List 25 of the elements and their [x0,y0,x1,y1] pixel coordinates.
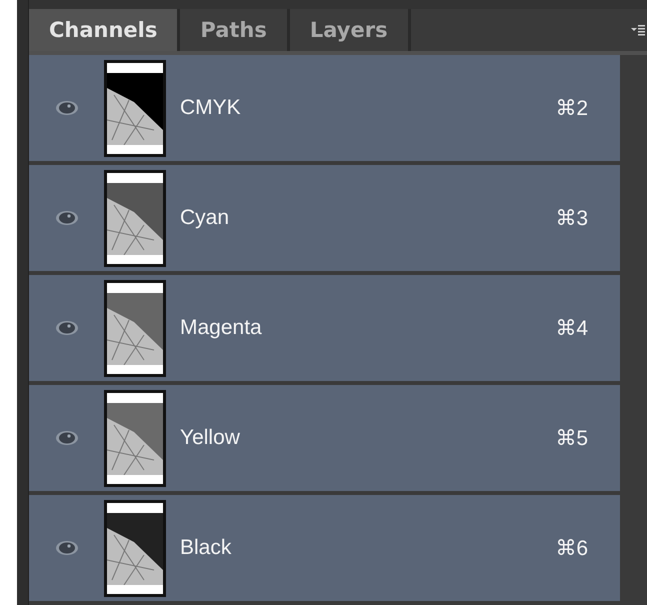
eye-icon[interactable] [54,210,78,226]
eye-icon[interactable] [54,320,78,336]
eye-icon[interactable] [54,100,78,116]
panel-tab[interactable]: Paths [180,9,290,51]
panel-tab[interactable]: Channels [29,9,180,51]
shortcut-label: ⌘4 [555,316,588,340]
panel-menu-icon[interactable] [631,24,645,36]
shortcut-label: ⌘3 [555,206,588,230]
channel-row[interactable]: Black ⌘6 [29,495,620,605]
shortcut-label: ⌘6 [555,536,588,560]
channel-name: CMYK [180,96,242,120]
channel-name: Yellow [180,426,241,450]
channel-name: Magenta [180,316,263,340]
shortcut-label: ⌘5 [555,426,588,450]
channel-row[interactable]: Cyan ⌘3 [29,165,620,275]
channel-name: Black [180,536,232,560]
channel-row[interactable]: Magenta ⌘4 [29,275,620,385]
scrollbar-track[interactable] [620,55,647,605]
channel-name: Cyan [180,206,230,230]
channel-row[interactable]: Yellow ⌘5 [29,385,620,495]
eye-icon[interactable] [54,540,78,556]
panel-tab[interactable]: Layers [290,9,411,51]
eye-icon[interactable] [54,430,78,446]
shortcut-label: ⌘2 [555,96,588,120]
channel-row[interactable]: CMYK ⌘2 [29,55,620,165]
